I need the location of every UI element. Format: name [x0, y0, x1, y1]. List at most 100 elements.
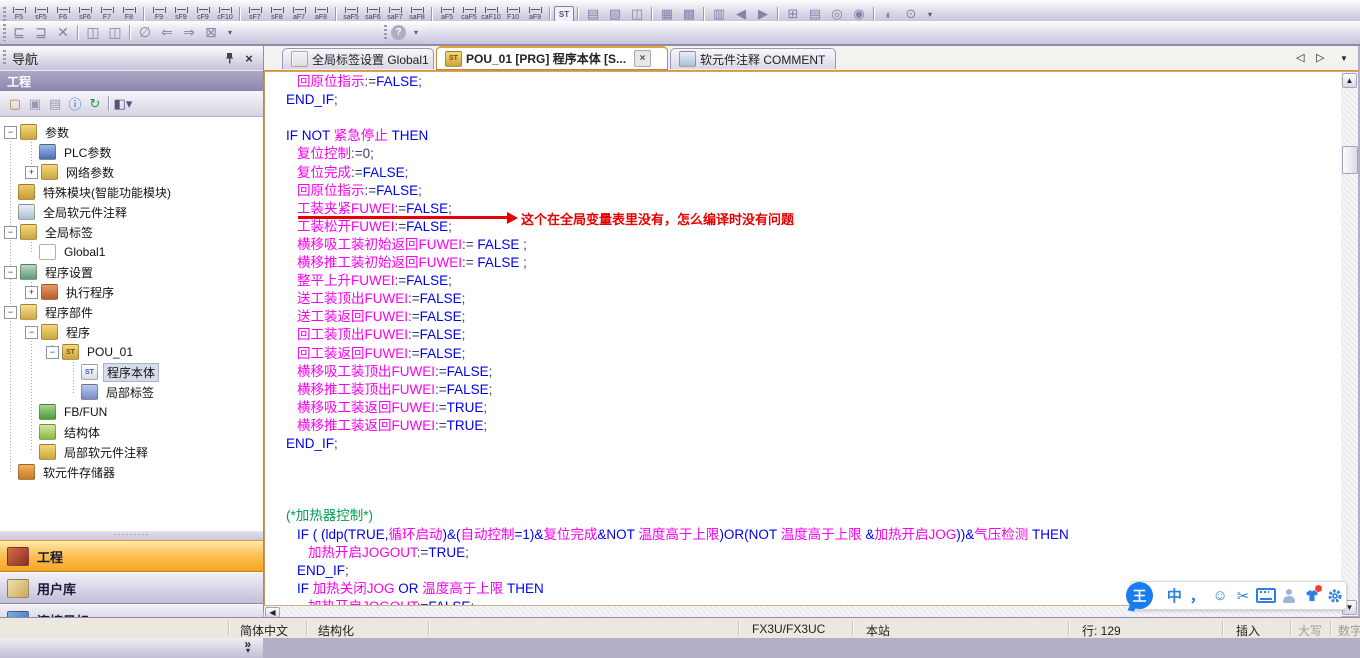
tab-scroll-right-icon[interactable]: ▷: [1316, 51, 1324, 64]
offline-icon[interactable]: ∅: [134, 23, 156, 42]
code-line[interactable]: END_IF;: [286, 92, 338, 108]
tree-item[interactable]: Global1: [0, 242, 108, 262]
tree-item[interactable]: +网络参数: [0, 162, 117, 182]
property-icon[interactable]: ⓘ: [65, 94, 85, 114]
code-line[interactable]: (*加热器控制*): [286, 508, 373, 524]
code-line[interactable]: IF 加热关闭JOG OR 温度高于上限 THEN: [297, 581, 544, 597]
tree-item[interactable]: ST程序本体: [0, 362, 159, 382]
tree-item[interactable]: 特殊模块(智能功能模块): [0, 182, 174, 202]
code-line[interactable]: 横移吸工装顶出FUWEI:=FALSE;: [297, 364, 492, 380]
screenshot-icon[interactable]: ✂: [1232, 585, 1255, 607]
collapse-icon[interactable]: −: [46, 346, 59, 359]
tab-menu-icon[interactable]: ▼: [1340, 54, 1348, 63]
tree-item[interactable]: 局部标签: [0, 382, 157, 402]
start-monitor-icon[interactable]: ◫: [82, 23, 104, 42]
document-tab-0[interactable]: 全局标签设置 Global1: [282, 48, 434, 69]
tree-item[interactable]: −全局标签: [0, 222, 96, 242]
outline-expand-icon[interactable]: ⊒: [30, 23, 52, 42]
toolbar-overflow-icon[interactable]: ▾: [224, 28, 236, 37]
tree-item[interactable]: 结构体: [0, 422, 103, 442]
panel-splitter[interactable]: ·········: [0, 531, 263, 540]
code-line[interactable]: IF NOT 紧急停止 THEN: [286, 128, 428, 144]
expand-icon[interactable]: +: [25, 286, 38, 299]
tab-scroll-left-icon[interactable]: ◁: [1296, 51, 1304, 64]
delete-icon[interactable]: ✕: [52, 23, 74, 42]
code-line[interactable]: 横移推工装返回FUWEI:=TRUE;: [297, 418, 487, 434]
copy-icon[interactable]: ▣: [25, 94, 45, 114]
stack-footer[interactable]: » ▾: [0, 636, 263, 658]
collapse-icon[interactable]: −: [4, 126, 17, 139]
tree-item[interactable]: 全局软元件注释: [0, 202, 130, 222]
outline-collapse-icon[interactable]: ⊑: [8, 23, 30, 42]
paste-icon[interactable]: ▤: [45, 94, 65, 114]
tab-close-icon[interactable]: ×: [634, 50, 651, 67]
refresh-icon[interactable]: ↻: [85, 94, 105, 114]
code-line[interactable]: END_IF;: [286, 436, 338, 452]
toolbar-overflow-icon[interactable]: ▾: [924, 10, 936, 19]
code-line[interactable]: 回工装顶出FUWEI:=FALSE;: [297, 327, 465, 343]
collapse-icon[interactable]: −: [4, 306, 17, 319]
settings-gear-icon[interactable]: [1323, 585, 1346, 607]
tree-item[interactable]: −程序: [0, 322, 93, 342]
vertical-scrollbar-thumb[interactable]: [1342, 146, 1358, 174]
sort-filter-icon[interactable]: ◧▾: [113, 94, 133, 114]
verify-icon[interactable]: ⊠: [200, 23, 222, 42]
code-line[interactable]: 横移推工装初始返回FUWEI:= FALSE ;: [297, 255, 527, 271]
collapse-icon[interactable]: −: [4, 266, 17, 279]
code-line[interactable]: END_IF;: [297, 563, 349, 579]
new-item-icon[interactable]: ▢: [5, 94, 25, 114]
code-line[interactable]: IF ( (ldp(TRUE,循环启动)&(自动控制=1)&复位完成&NOT 温…: [297, 527, 1069, 543]
skin-icon[interactable]: [1300, 585, 1323, 607]
keyboard-icon[interactable]: [1255, 585, 1278, 607]
code-token: FALSE: [406, 273, 448, 288]
code-line[interactable]: 送工装返回FUWEI:=FALSE;: [297, 309, 465, 325]
document-tab-1[interactable]: STPOU_01 [PRG] 程序本体 [S...×: [436, 46, 668, 70]
tree-item[interactable]: −STPOU_01: [0, 342, 136, 362]
code-line[interactable]: 复位完成:=FALSE;: [297, 165, 408, 181]
expand-icon[interactable]: +: [25, 166, 38, 179]
profile-icon[interactable]: [1277, 585, 1300, 607]
tree-item[interactable]: −程序设置: [0, 262, 96, 282]
emoji-icon[interactable]: ☺: [1209, 585, 1232, 607]
code-line[interactable]: 加热开启JOGOUT:=TRUE;: [308, 545, 469, 561]
tree-item[interactable]: −参数: [0, 122, 72, 142]
stop-monitor-icon[interactable]: ◫: [104, 23, 126, 42]
code-line[interactable]: 送工装顶出FUWEI:=FALSE;: [297, 291, 465, 307]
code-line[interactable]: 回原位指示:=FALSE;: [297, 183, 422, 199]
close-icon[interactable]: ×: [241, 50, 257, 66]
code-line[interactable]: 回原位指示:=FALSE;: [297, 74, 422, 90]
scroll-up-icon[interactable]: ▲: [1342, 73, 1357, 88]
write-to-plc-icon[interactable]: ⇒: [178, 23, 200, 42]
code-line[interactable]: 整平上升FUWEI:=FALSE;: [297, 273, 452, 289]
help-icon[interactable]: ?: [391, 25, 406, 40]
code-line[interactable]: 横移推工装顶出FUWEI:=FALSE;: [297, 382, 492, 398]
document-tab-2[interactable]: 软元件注释 COMMENT: [670, 48, 836, 69]
collapse-icon[interactable]: −: [4, 226, 17, 239]
code-line[interactable]: 工装松开FUWEI:=FALSE;: [297, 219, 452, 235]
stack-button-project[interactable]: 工程: [0, 540, 263, 572]
inline-st-icon[interactable]: ST: [554, 6, 574, 22]
vertical-scrollbar[interactable]: ▲ ▼: [1341, 72, 1358, 616]
punctuation-icon[interactable]: ，: [1186, 585, 1209, 607]
pin-icon[interactable]: [221, 50, 237, 66]
chinese-mode-icon[interactable]: 中: [1163, 585, 1186, 607]
code-line[interactable]: 回工装返回FUWEI:=FALSE;: [297, 346, 465, 362]
ime-logo-icon[interactable]: 王: [1126, 582, 1153, 609]
tree-item[interactable]: +执行程序: [0, 282, 117, 302]
tree-item[interactable]: PLC参数: [0, 142, 114, 162]
read-from-plc-icon[interactable]: ⇐: [156, 23, 178, 42]
toolbar-overflow-icon[interactable]: ▾: [410, 28, 422, 37]
st-code-editor[interactable]: 回原位指示:=FALSE; END_IF; IF NOT 紧急停止 THEN 复位控制…: [264, 72, 1342, 605]
tree-item[interactable]: FB/FUN: [0, 402, 110, 422]
tree-item[interactable]: 局部软元件注释: [0, 442, 151, 462]
code-line[interactable]: 工装夹紧FUWEI:=FALSE;: [297, 201, 452, 217]
ime-toolbar[interactable]: 王 中，☺✂: [1130, 581, 1347, 610]
code-line[interactable]: 横移吸工装返回FUWEI:=TRUE;: [297, 400, 487, 416]
tree-item[interactable]: −程序部件: [0, 302, 96, 322]
tree-item[interactable]: 软元件存储器: [0, 462, 118, 482]
chevron-down-icon[interactable]: ▾: [246, 646, 250, 655]
code-line[interactable]: 复位控制:=0;: [297, 146, 374, 162]
stack-button-user-library[interactable]: 用户库: [0, 572, 263, 604]
collapse-icon[interactable]: −: [25, 326, 38, 339]
code-line[interactable]: 横移吸工装初始返回FUWEI:= FALSE ;: [297, 237, 527, 253]
